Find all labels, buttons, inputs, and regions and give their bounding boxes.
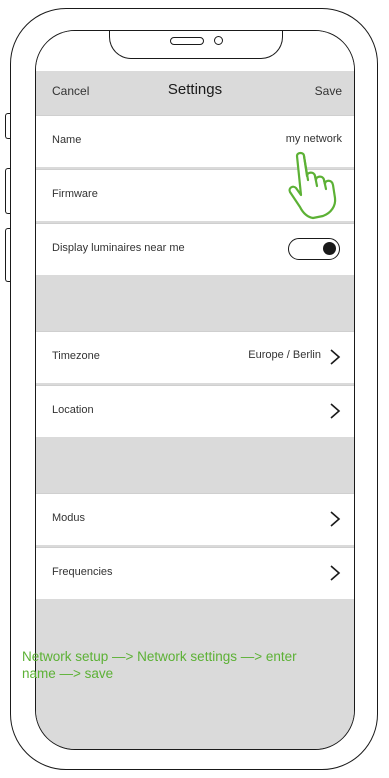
navigation-bar: Cancel Settings Save: [36, 71, 354, 107]
tutorial-illustration: Cancel Settings Save Name my network Fir…: [0, 0, 389, 778]
chevron-right-icon: [330, 565, 341, 581]
pointing-hand-icon: [288, 151, 337, 220]
location-row[interactable]: Location: [36, 385, 354, 437]
frequencies-row[interactable]: Frequencies: [36, 547, 354, 599]
chevron-right-icon: [330, 511, 341, 527]
name-label: Name: [52, 134, 82, 146]
luminaires-toggle[interactable]: [288, 238, 340, 260]
page-title: Settings: [167, 81, 223, 98]
save-button[interactable]: Save: [315, 84, 342, 98]
section-spacer: [36, 277, 354, 331]
speaker-icon: [170, 37, 204, 45]
modus-row[interactable]: Modus: [36, 493, 354, 545]
camera-icon: [214, 36, 223, 45]
chevron-right-icon: [330, 403, 341, 419]
name-input[interactable]: my network: [286, 133, 342, 145]
modus-label: Modus: [52, 512, 86, 524]
phone-screen: Cancel Settings Save Name my network Fir…: [35, 30, 355, 750]
phone-notch: [109, 31, 283, 59]
timezone-label: Timezone: [52, 350, 100, 362]
instruction-caption: Network setup —> Network settings —> ent…: [22, 649, 297, 681]
timezone-row[interactable]: Timezone Europe / Berlin: [36, 331, 354, 383]
chevron-right-icon: [330, 349, 341, 365]
frequencies-label: Frequencies: [52, 566, 113, 578]
luminaires-label: Display luminaires near me: [52, 242, 185, 254]
section-spacer: [36, 439, 354, 493]
location-label: Location: [52, 404, 94, 416]
luminaires-row: Display luminaires near me: [36, 223, 354, 275]
toggle-knob: [323, 242, 336, 255]
firmware-label: Firmware: [52, 188, 98, 200]
timezone-value: Europe / Berlin: [248, 349, 321, 361]
